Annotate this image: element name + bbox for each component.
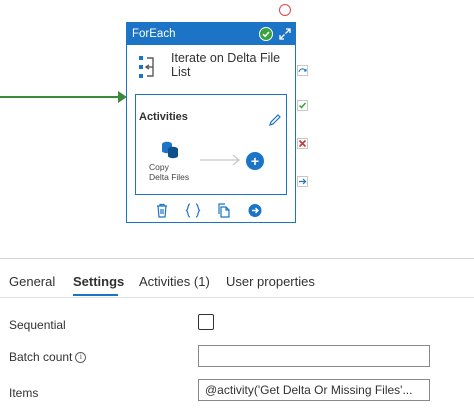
arrow-right-circle-icon[interactable] xyxy=(248,203,262,218)
completion-arrow-icon[interactable] xyxy=(297,176,308,187)
info-icon[interactable]: i xyxy=(75,352,87,363)
pipeline-canvas[interactable]: ForEach Iterate on Delta File List Activ… xyxy=(0,0,474,258)
trash-icon[interactable] xyxy=(155,203,169,218)
expand-icon[interactable] xyxy=(278,26,292,42)
copy-icon[interactable] xyxy=(217,203,231,218)
skipped-icon[interactable] xyxy=(297,65,308,76)
tab-settings[interactable]: Settings xyxy=(73,274,124,289)
activity-name: Iterate on Delta File List xyxy=(171,51,281,79)
activities-label: Activities xyxy=(139,111,188,123)
tab-general[interactable]: General xyxy=(9,274,55,289)
tab-user-properties[interactable]: User properties xyxy=(226,274,315,289)
items-label: Items xyxy=(9,386,39,400)
batch-count-label-row: Batch count i xyxy=(9,350,87,364)
tab-activities[interactable]: Activities (1) xyxy=(139,274,210,289)
node-type-label: ForEach xyxy=(132,28,176,40)
failure-x-icon[interactable] xyxy=(297,138,308,149)
sequential-checkbox[interactable] xyxy=(198,314,214,330)
pencil-icon[interactable] xyxy=(268,113,282,127)
tab-bar: General Settings Activities (1) User pro… xyxy=(0,259,474,298)
breakpoint-icon[interactable] xyxy=(279,4,291,16)
success-check-icon[interactable] xyxy=(297,100,308,111)
foreach-activity-node[interactable]: ForEach Iterate on Delta File List Activ… xyxy=(126,22,296,223)
braces-icon[interactable] xyxy=(185,203,201,218)
batch-count-input[interactable] xyxy=(198,345,430,367)
batch-count-label: Batch count xyxy=(9,350,73,364)
items-input[interactable]: @activity('Get Delta Or Missing Files'..… xyxy=(198,379,430,401)
node-header: ForEach xyxy=(127,23,295,45)
properties-panel: General Settings Activities (1) User pro… xyxy=(0,258,474,419)
dependency-connector xyxy=(0,96,118,98)
inner-activity-label: Copy Delta Files xyxy=(149,162,190,182)
add-activity-button[interactable]: + xyxy=(246,152,264,170)
inner-activities-container[interactable]: Activities Copy Delta Files + xyxy=(135,94,287,195)
copy-activity-icon[interactable] xyxy=(161,140,179,159)
active-tab-indicator xyxy=(73,294,118,296)
foreach-icon xyxy=(139,56,154,78)
check-circle-icon xyxy=(259,27,273,41)
flow-arrow-icon xyxy=(200,154,241,166)
sequential-label: Sequential xyxy=(9,318,66,332)
